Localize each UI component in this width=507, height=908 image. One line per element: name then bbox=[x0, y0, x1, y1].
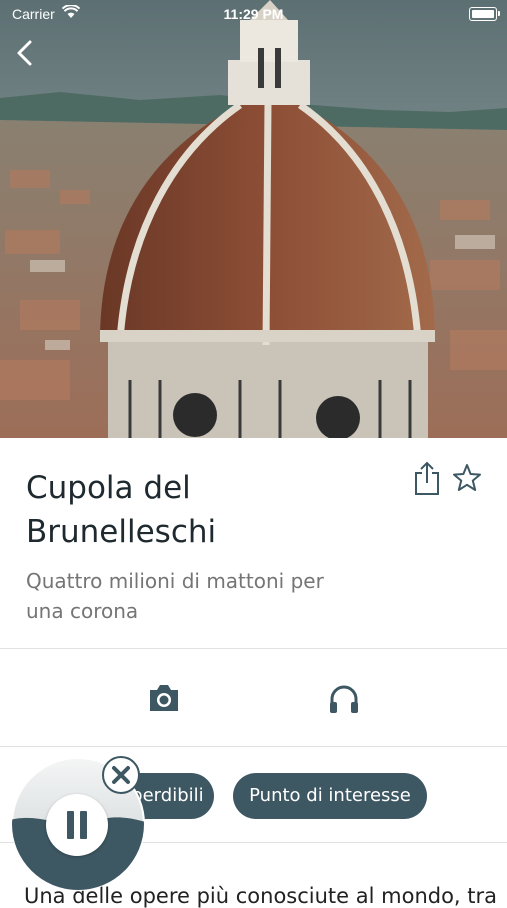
favorite-button[interactable] bbox=[451, 462, 483, 494]
place-title: Cupola del Brunelleschi bbox=[26, 466, 386, 554]
battery-tip bbox=[498, 11, 500, 16]
place-title-line1: Cupola del bbox=[26, 470, 191, 506]
share-icon bbox=[415, 461, 439, 495]
place-header: Cupola del Brunelleschi Quattro milioni … bbox=[26, 466, 386, 626]
tag-chip-punto-di-interesse[interactable]: Punto di interesse bbox=[233, 773, 427, 819]
pause-button[interactable] bbox=[46, 794, 108, 856]
camera-icon bbox=[150, 685, 178, 711]
star-icon bbox=[453, 464, 481, 491]
chevron-left-icon bbox=[17, 40, 32, 66]
hero-image bbox=[0, 0, 507, 438]
place-title-line2: Brunelleschi bbox=[26, 514, 217, 550]
place-subtitle-line2: una corona bbox=[26, 599, 139, 623]
status-time: 11:29 PM bbox=[223, 6, 284, 22]
divider bbox=[0, 648, 507, 649]
photo-gallery-button[interactable] bbox=[147, 682, 181, 718]
close-player-button[interactable] bbox=[102, 756, 140, 794]
pause-icon bbox=[67, 811, 87, 839]
share-button[interactable] bbox=[412, 461, 442, 497]
place-subtitle: Quattro milioni di mattoni per una coron… bbox=[26, 566, 386, 626]
audio-guide-button[interactable] bbox=[328, 683, 360, 719]
status-bar: Carrier 11:29 PM bbox=[0, 0, 507, 30]
back-button[interactable] bbox=[12, 38, 40, 68]
close-icon bbox=[112, 766, 130, 784]
tag-chip-label: Punto di interesse bbox=[249, 785, 411, 806]
battery-icon bbox=[469, 7, 497, 21]
headphones-icon bbox=[330, 685, 358, 713]
divider bbox=[0, 746, 507, 747]
place-subtitle-line1: Quattro milioni di mattoni per bbox=[26, 569, 324, 593]
